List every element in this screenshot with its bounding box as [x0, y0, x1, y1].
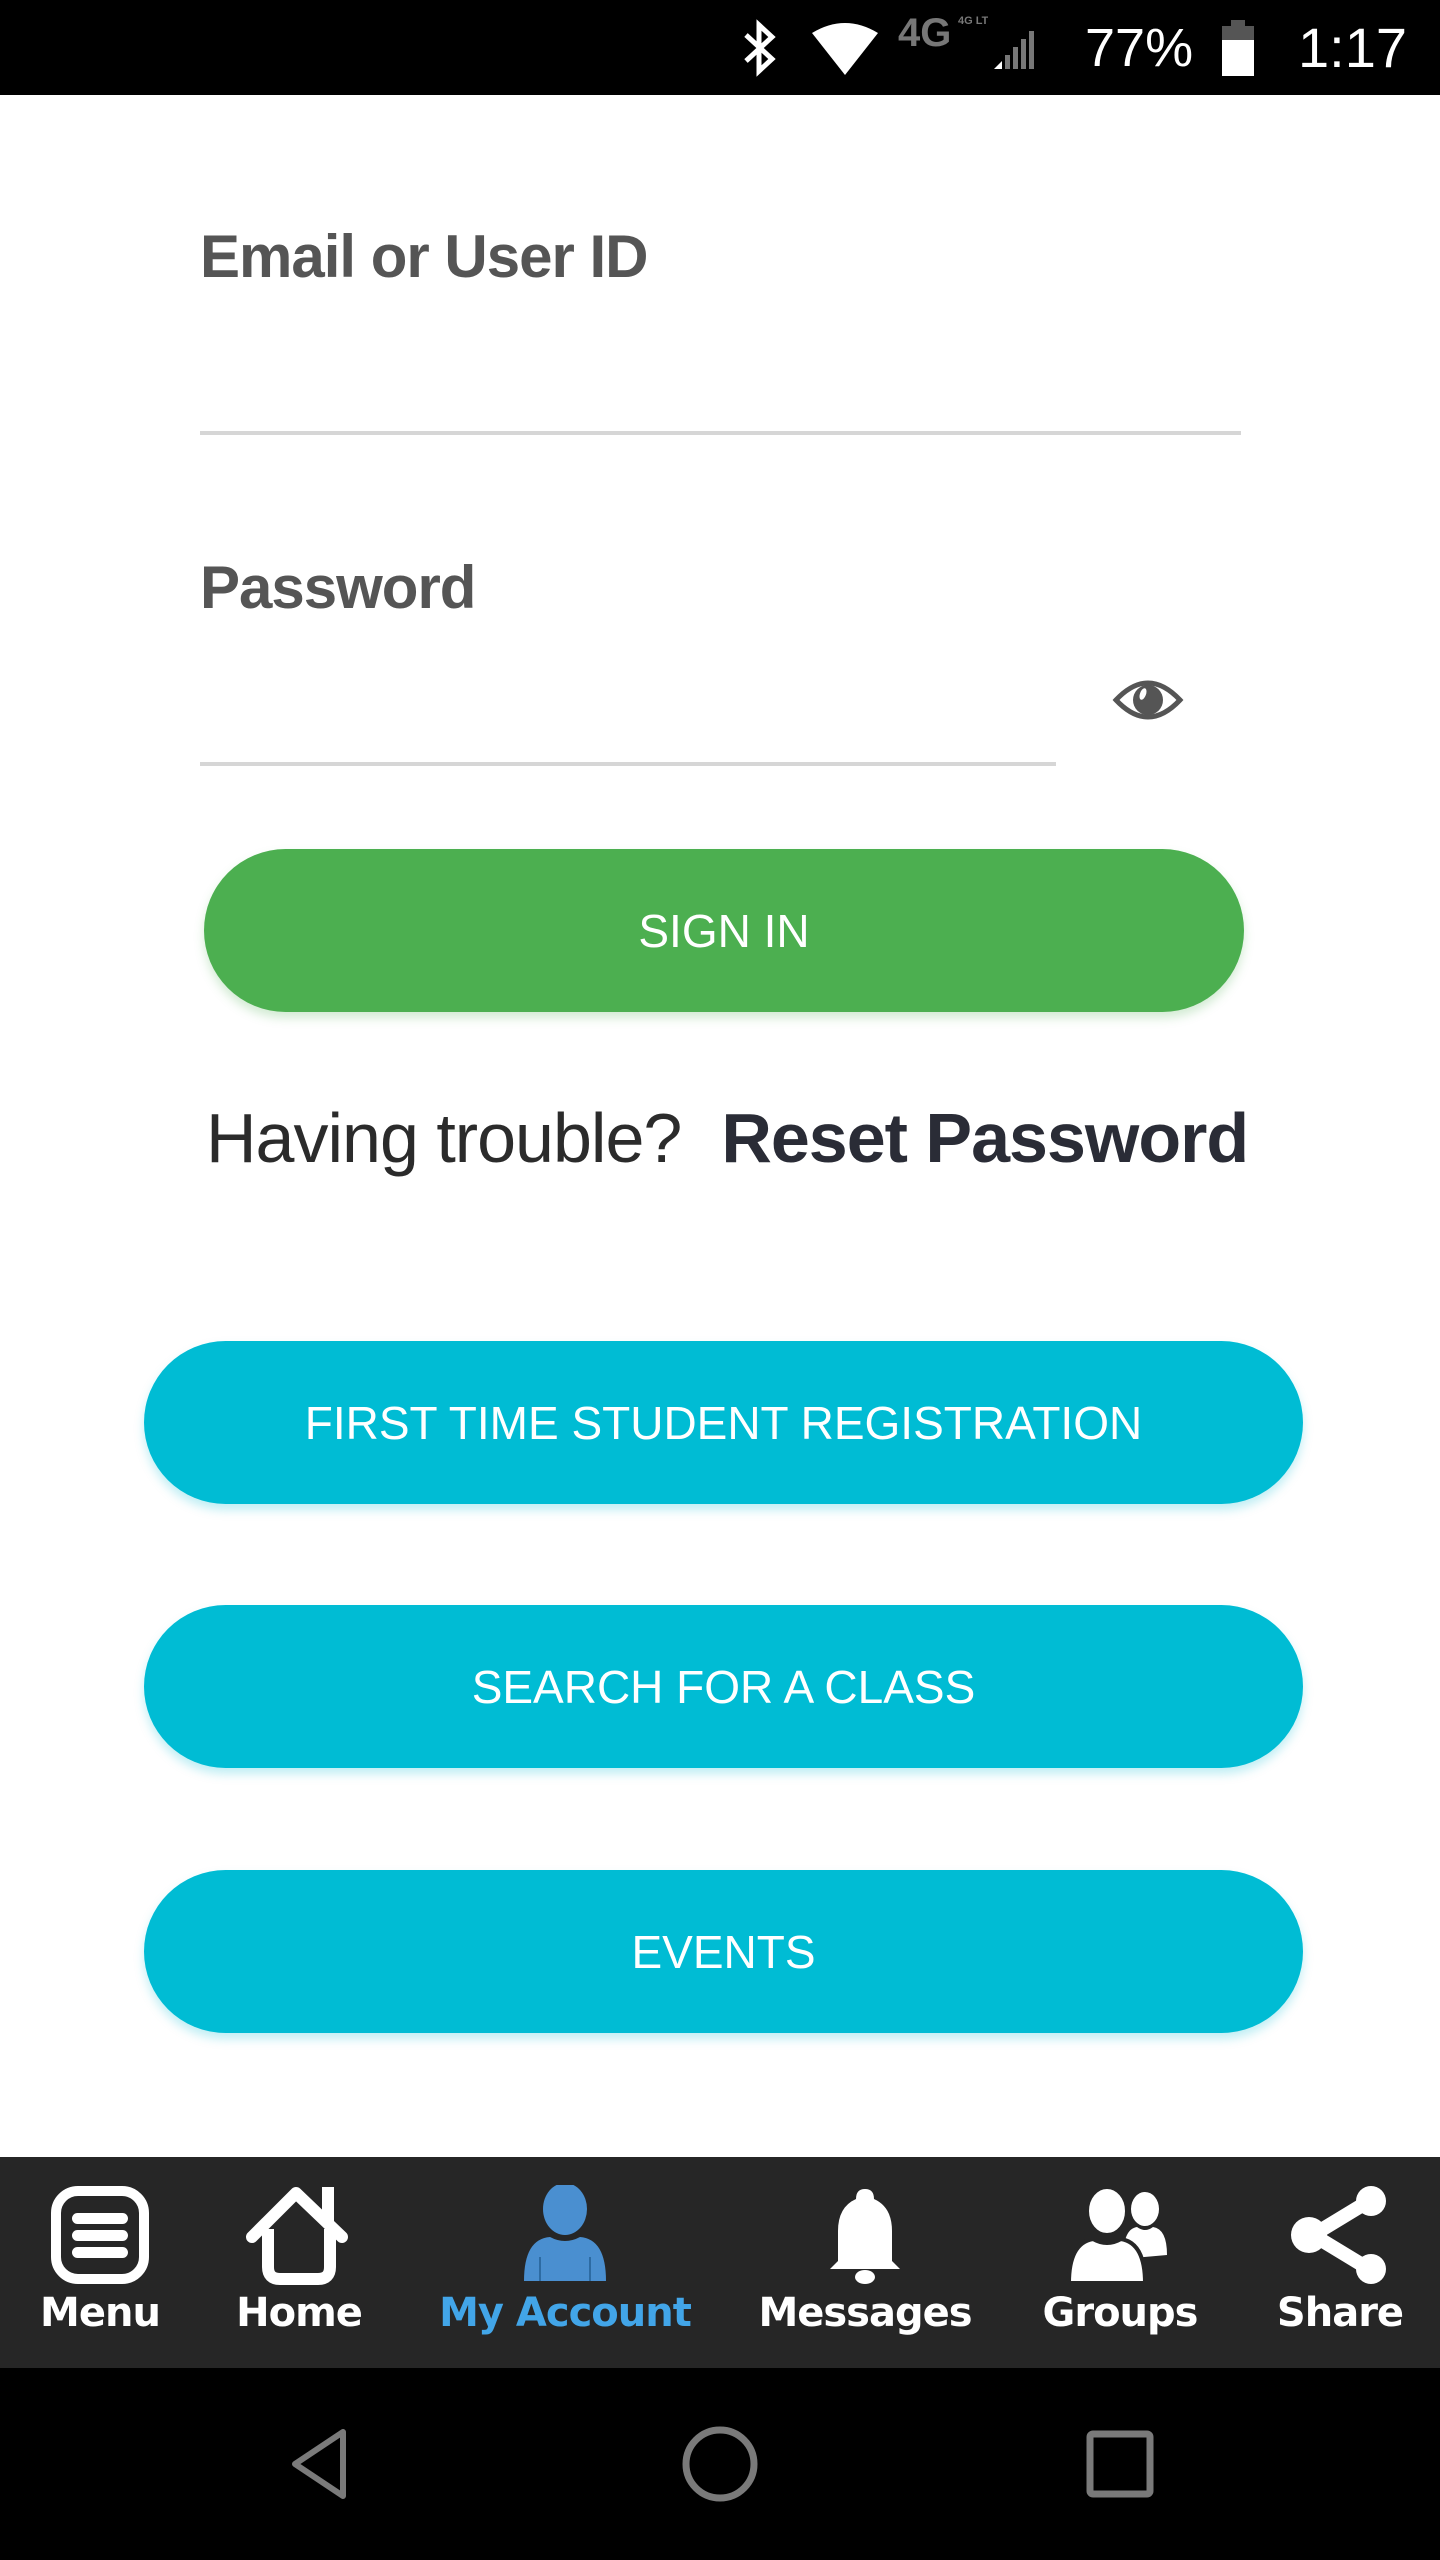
show-password-toggle[interactable] [1112, 672, 1184, 728]
nav-label-my-account: My Account [439, 2290, 692, 2336]
nav-item-my-account[interactable]: My Account [439, 2157, 692, 2368]
eye-icon [1112, 680, 1184, 720]
reset-password-link[interactable]: Reset Password [721, 1098, 1249, 1178]
system-home-button[interactable] [650, 2368, 790, 2560]
having-trouble-text: Having trouble? [206, 1099, 682, 1177]
bluetooth-icon [740, 0, 780, 95]
events-button[interactable]: EVENTS [144, 1870, 1303, 2033]
nav-label-messages: Messages [758, 2290, 972, 2336]
system-back-button[interactable] [250, 2368, 390, 2560]
nav-label-home: Home [236, 2290, 363, 2336]
group-icon [1065, 2185, 1175, 2285]
person-icon [510, 2185, 620, 2285]
svg-text:4G LTE: 4G LTE [958, 15, 988, 27]
email-underline [200, 431, 1241, 435]
nav-item-menu[interactable]: Menu [40, 2157, 161, 2368]
system-recents-button[interactable] [1050, 2368, 1190, 2560]
password-underline [200, 762, 1056, 766]
cell-signal-icon [990, 0, 1040, 95]
reset-password-row: Having trouble? Reset Password [206, 1098, 1249, 1178]
nav-item-messages[interactable]: Messages [758, 2157, 973, 2368]
nav-item-share[interactable]: Share [1270, 2157, 1410, 2368]
clock: 1:17 [1298, 16, 1407, 79]
email-input[interactable] [200, 340, 1241, 430]
battery-percent: 77% [1085, 17, 1194, 78]
nav-label-share: Share [1276, 2290, 1404, 2336]
search-for-class-button[interactable]: SEARCH FOR A CLASS [144, 1605, 1303, 1768]
password-label: Password [200, 554, 476, 621]
email-label: Email or User ID [200, 223, 649, 290]
share-icon [1285, 2185, 1395, 2285]
nav-item-home[interactable]: Home [234, 2157, 364, 2368]
battery-icon [1218, 0, 1258, 95]
back-icon [292, 2429, 346, 2499]
nav-label-groups: Groups [1042, 2290, 1199, 2336]
menu-icon [45, 2185, 155, 2285]
home-circle-icon [682, 2426, 758, 2502]
recents-icon [1086, 2430, 1154, 2498]
sign-in-button[interactable]: SIGN IN [204, 849, 1244, 1012]
bottom-nav: Menu Home My Account Messages Groups Sha… [0, 2157, 1440, 2368]
nav-label-menu: Menu [40, 2290, 161, 2336]
home-icon [244, 2185, 354, 2285]
wifi-icon [810, 0, 880, 95]
nav-item-groups[interactable]: Groups [1040, 2157, 1200, 2368]
first-time-registration-button[interactable]: FIRST TIME STUDENT REGISTRATION [144, 1341, 1303, 1504]
password-input[interactable] [200, 672, 1056, 762]
svg-text:4G: 4G [898, 11, 951, 55]
4g-lte-icon: 4G 4G LTE [898, 10, 988, 60]
bell-icon [810, 2185, 920, 2285]
status-bar: 4G 4G LTE 77% 1:17 [0, 0, 1440, 95]
system-nav-bar [0, 2368, 1440, 2560]
